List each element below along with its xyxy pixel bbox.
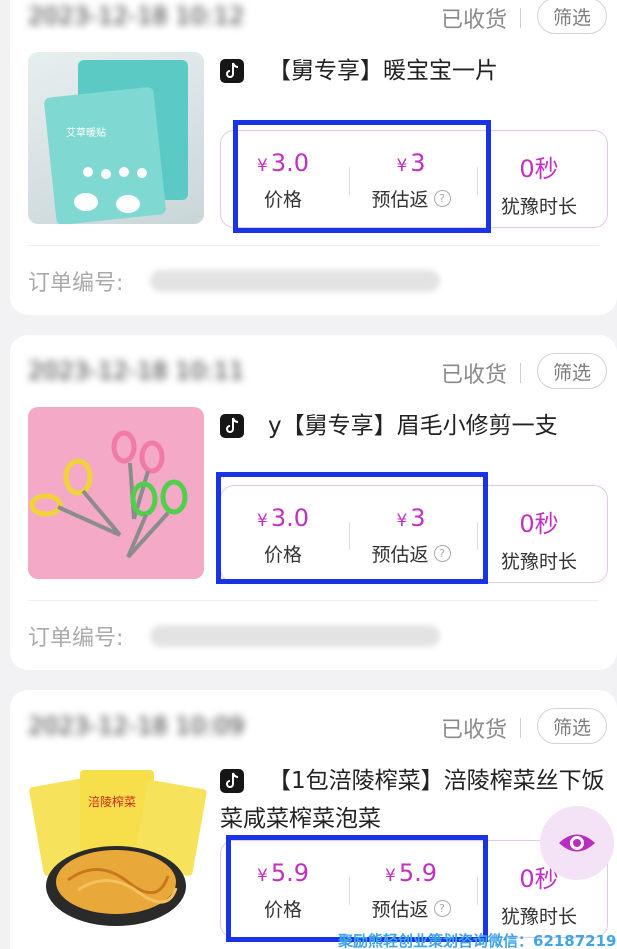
thumbnail-label: 涪陵榨菜 bbox=[88, 794, 136, 809]
price-highlight-box bbox=[226, 835, 488, 942]
time-label: 犹豫时长 bbox=[500, 196, 577, 218]
product-title[interactable]: 【舅专享】暖宝宝一片 bbox=[220, 52, 610, 90]
watermark-text: 聚励熊轻创业策划咨询微信：62187219 bbox=[338, 932, 617, 949]
price-highlight-box bbox=[216, 472, 488, 584]
thumbnail-label: 艾草暖贴 bbox=[66, 126, 106, 139]
card-divider bbox=[28, 600, 599, 601]
order-status: 已收货 bbox=[440, 718, 507, 743]
header-divider bbox=[520, 8, 521, 28]
time-stat: 0秒 犹豫时长 bbox=[479, 149, 599, 219]
time-stat: 0秒 犹豫时长 bbox=[479, 504, 599, 574]
price-highlight-box bbox=[233, 120, 491, 233]
order-date: 2023-12-18 10:09 bbox=[28, 712, 245, 740]
order-date: 2023-12-18 10:12 bbox=[28, 2, 245, 30]
product-thumbnail[interactable] bbox=[28, 407, 204, 579]
order-number-label: 订单编号: bbox=[28, 626, 124, 651]
header-divider bbox=[520, 718, 521, 738]
time-value: 0秒 bbox=[519, 510, 559, 538]
order-number-label: 订单编号: bbox=[28, 271, 124, 296]
card-divider bbox=[28, 245, 599, 246]
order-date: 2023-12-18 10:11 bbox=[28, 357, 245, 385]
product-thumbnail[interactable]: 艾草暖贴 bbox=[28, 52, 204, 224]
order-number-redacted bbox=[150, 270, 440, 292]
order-header: 2023-12-18 10:09 已收货 筛选 bbox=[28, 708, 617, 746]
filter-button[interactable]: 筛选 bbox=[537, 0, 607, 34]
filter-button[interactable]: 筛选 bbox=[537, 353, 607, 389]
floating-eye-button[interactable] bbox=[540, 806, 614, 880]
order-status: 已收货 bbox=[440, 363, 507, 388]
order-status: 已收货 bbox=[440, 8, 507, 33]
order-header: 2023-12-18 10:12 已收货 筛选 bbox=[28, 0, 617, 36]
time-value: 0秒 bbox=[519, 155, 559, 183]
order-number-redacted bbox=[150, 625, 440, 647]
order-header: 2023-12-18 10:11 已收货 筛选 bbox=[28, 353, 617, 391]
product-title[interactable]: y【舅专享】眉毛小修剪一支 bbox=[220, 407, 610, 445]
filter-button[interactable]: 筛选 bbox=[537, 708, 607, 744]
header-divider bbox=[520, 363, 521, 383]
time-label: 犹豫时长 bbox=[500, 906, 577, 928]
product-thumbnail[interactable]: 涪陵榨菜 bbox=[28, 762, 208, 942]
time-label: 犹豫时长 bbox=[500, 551, 577, 573]
eye-icon bbox=[559, 834, 595, 852]
